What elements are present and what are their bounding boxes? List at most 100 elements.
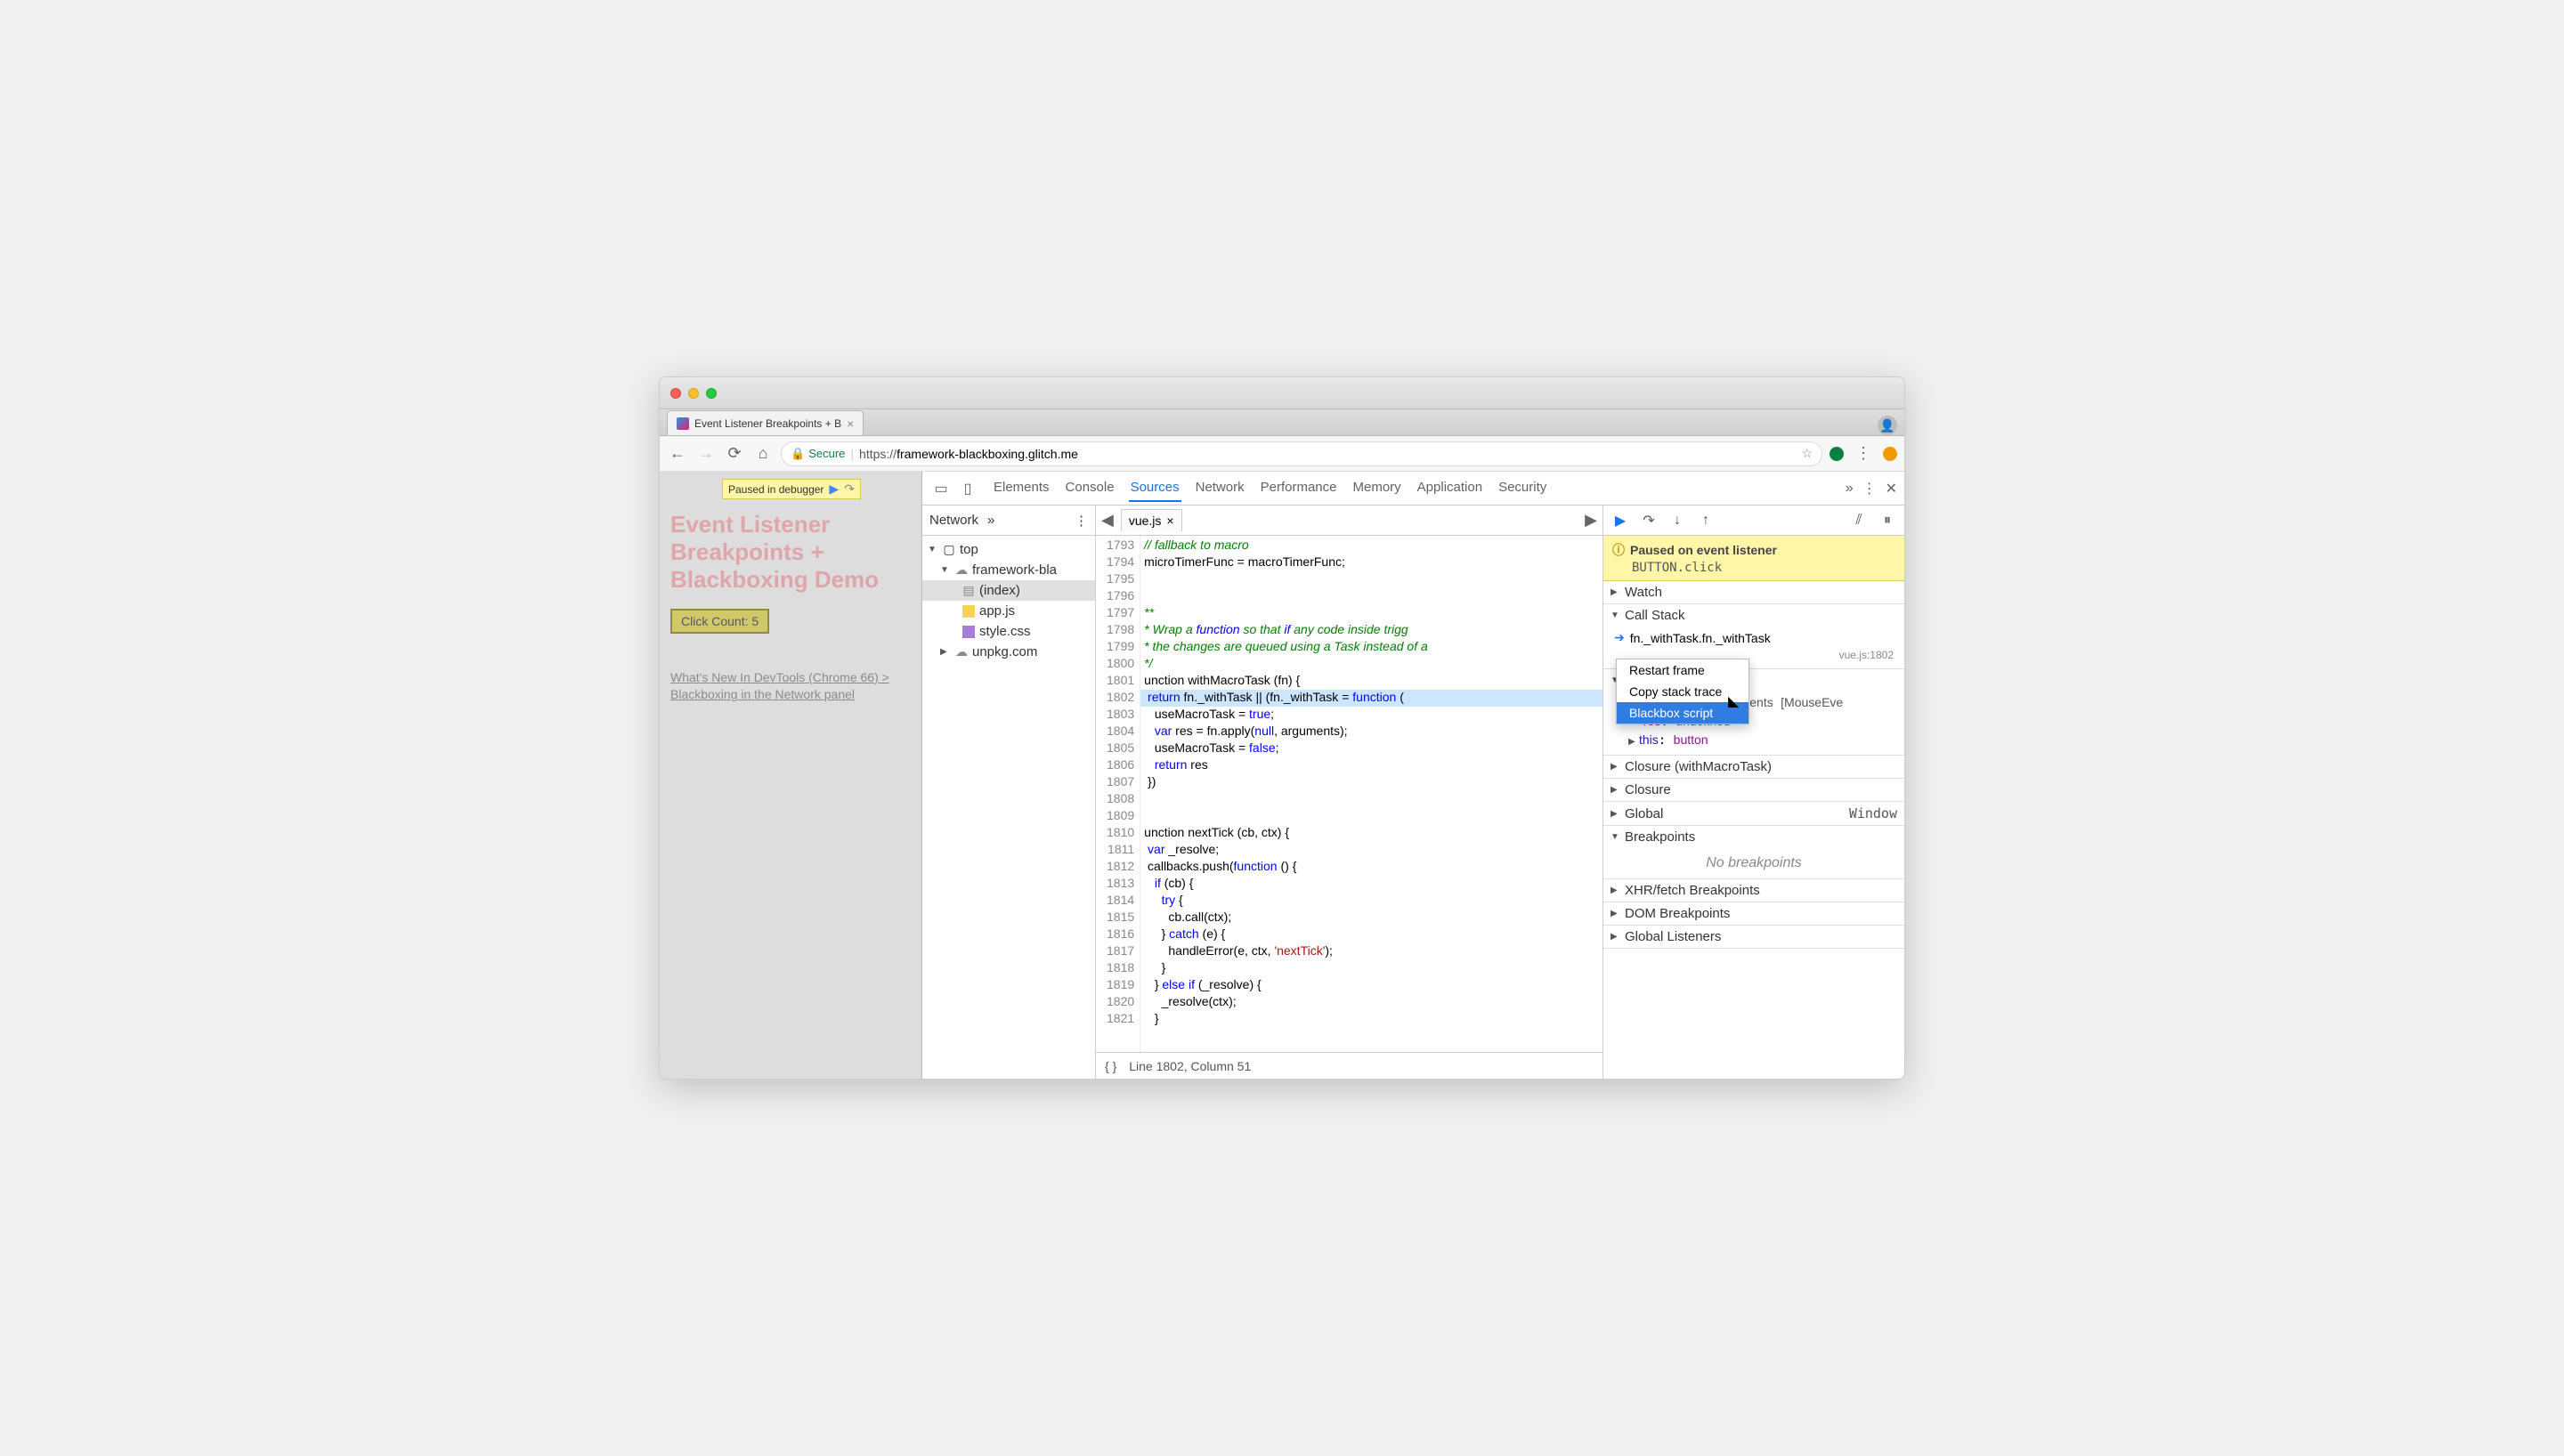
tree-file-stylecss[interactable]: style.css: [922, 621, 1095, 642]
navigator-menu-icon[interactable]: ⋮: [1075, 513, 1088, 529]
file-tree: ▼▢top ▼☁framework-bla ▤(index) app.js st…: [922, 536, 1095, 666]
nav-prev-icon[interactable]: ◀: [1101, 511, 1114, 530]
mouse-cursor-icon: ◣: [1728, 692, 1739, 710]
info-icon: ⓘ: [1612, 541, 1625, 559]
tab-sources[interactable]: Sources: [1129, 474, 1181, 502]
step-into-button[interactable]: ↓: [1667, 511, 1687, 530]
tab-title: Event Listener Breakpoints + B: [694, 417, 841, 430]
closure2-section[interactable]: ▶Closure: [1603, 779, 1904, 801]
editor-tab[interactable]: vue.js ×: [1121, 509, 1182, 531]
docs-link[interactable]: What's New In DevTools (Chrome 66) > Bla…: [670, 669, 911, 704]
page-title: Event Listener Breakpoints + Blackboxing…: [670, 511, 911, 595]
nav-next-icon[interactable]: ▶: [1585, 511, 1597, 530]
extension-icon[interactable]: [1883, 447, 1897, 461]
dom-section[interactable]: ▶DOM Breakpoints: [1603, 902, 1904, 925]
resume-icon[interactable]: ▶: [829, 481, 839, 497]
code-lines: // fallback to macromicroTimerFunc = mac…: [1140, 536, 1602, 1052]
omnibox[interactable]: 🔒 Secure | https://framework-blackboxing…: [781, 441, 1822, 466]
close-window-icon[interactable]: [670, 388, 681, 399]
extensions: ⋮: [1830, 443, 1897, 465]
breakpoints-section[interactable]: ▼Breakpoints: [1603, 826, 1904, 848]
devtools-tabs: Elements Console Sources Network Perform…: [992, 474, 1548, 502]
debugger-panel: ▶ ↷ ↓ ↑ ⫽ ⏸ ⓘPaused on event listener BU…: [1603, 506, 1904, 1079]
ctx-restart-frame[interactable]: Restart frame: [1617, 659, 1749, 681]
navigator-more-icon[interactable]: »: [987, 513, 994, 528]
extension-icon[interactable]: [1830, 447, 1844, 461]
tab-performance[interactable]: Performance: [1259, 474, 1339, 502]
tab-application[interactable]: Application: [1416, 474, 1484, 502]
tree-cdn[interactable]: ▶☁unpkg.com: [922, 642, 1095, 662]
cursor-position: Line 1802, Column 51: [1129, 1059, 1251, 1073]
tab-elements[interactable]: Elements: [992, 474, 1051, 502]
inspect-icon[interactable]: ▭: [929, 477, 953, 500]
navigator-header: Network » ⋮: [922, 506, 1095, 536]
editor-statusbar: { } Line 1802, Column 51: [1096, 1052, 1602, 1079]
editor-pane: ◀ vue.js × ▶ 179317941795179617971798179…: [1096, 506, 1603, 1079]
browser-tab[interactable]: Event Listener Breakpoints + B ×: [667, 410, 864, 435]
devtools: ▭ ▯ Elements Console Sources Network Per…: [922, 472, 1904, 1079]
pretty-print-icon[interactable]: { }: [1105, 1059, 1116, 1073]
paused-label: Paused in debugger: [728, 483, 824, 496]
xhr-section[interactable]: ▶XHR/fetch Breakpoints: [1603, 879, 1904, 902]
line-gutter: 1793179417951796179717981799180018011802…: [1096, 536, 1140, 1052]
tab-memory[interactable]: Memory: [1351, 474, 1403, 502]
tabstrip: Event Listener Breakpoints + B × 👤: [660, 409, 1904, 436]
no-breakpoints-label: No breakpoints: [1603, 848, 1904, 878]
navigator-panel: Network » ⋮ ▼▢top ▼☁framework-bla ▤(inde…: [922, 506, 1096, 1079]
step-icon[interactable]: ↷: [844, 481, 855, 497]
forward-button[interactable]: →: [695, 443, 717, 465]
secure-badge: 🔒 Secure: [791, 447, 845, 461]
tab-close-icon[interactable]: ×: [847, 417, 854, 431]
editor-tabs: ◀ vue.js × ▶: [1096, 506, 1602, 536]
scope-this[interactable]: ▶this: button: [1611, 731, 1897, 749]
current-frame-icon: ➔: [1614, 630, 1625, 645]
star-icon[interactable]: ☆: [1801, 446, 1813, 461]
reload-button[interactable]: ⟳: [724, 443, 745, 465]
closure1-section[interactable]: ▶Closure (withMacroTask): [1603, 756, 1904, 778]
navigator-title: Network: [929, 513, 978, 528]
profile-avatar-icon[interactable]: 👤: [1878, 416, 1897, 435]
tree-domain[interactable]: ▼☁framework-bla: [922, 560, 1095, 580]
global-section[interactable]: ▶GlobalWindow: [1603, 802, 1904, 825]
more-tabs-icon[interactable]: »: [1846, 481, 1854, 497]
debugger-toolbar: ▶ ↷ ↓ ↑ ⫽ ⏸: [1603, 506, 1904, 536]
code-editor[interactable]: 1793179417951796179717981799180018011802…: [1096, 536, 1602, 1052]
tree-file-index[interactable]: ▤(index): [922, 580, 1095, 601]
click-count-button[interactable]: Click Count: 5: [670, 609, 769, 634]
deactivate-breakpoints-button[interactable]: ⫽: [1849, 511, 1869, 530]
url-text: https://framework-blackboxing.glitch.me: [859, 447, 1078, 461]
pause-exceptions-button[interactable]: ⏸: [1878, 511, 1897, 530]
browser-window: Event Listener Breakpoints + B × 👤 ← → ⟳…: [659, 376, 1905, 1080]
paused-banner: ⓘPaused on event listener BUTTON.click: [1603, 536, 1904, 581]
paused-target: BUTTON.click: [1632, 561, 1895, 575]
tab-security[interactable]: Security: [1497, 474, 1548, 502]
tab-console[interactable]: Console: [1064, 474, 1116, 502]
titlebar: [660, 377, 1904, 409]
step-out-button[interactable]: ↑: [1696, 511, 1716, 530]
devtools-menu-icon[interactable]: ⋮: [1862, 480, 1877, 497]
maximize-window-icon[interactable]: [706, 388, 717, 399]
address-bar: ← → ⟳ ⌂ 🔒 Secure | https://framework-bla…: [660, 436, 1904, 472]
watch-section[interactable]: ▶Watch: [1603, 581, 1904, 603]
listeners-section[interactable]: ▶Global Listeners: [1603, 926, 1904, 948]
device-toggle-icon[interactable]: ▯: [956, 477, 979, 500]
minimize-window-icon[interactable]: [688, 388, 699, 399]
callstack-section[interactable]: ▼Call Stack: [1603, 604, 1904, 627]
tree-top[interactable]: ▼▢top: [922, 539, 1095, 560]
home-button[interactable]: ⌂: [752, 443, 774, 465]
tab-network[interactable]: Network: [1194, 474, 1246, 502]
menu-icon[interactable]: ⋮: [1853, 443, 1874, 465]
rendered-page: Paused in debugger ▶ ↷ Event Listener Br…: [660, 472, 922, 1079]
window-controls: [670, 388, 717, 399]
devtools-close-icon[interactable]: ✕: [1886, 480, 1897, 497]
step-over-button[interactable]: ↷: [1639, 511, 1659, 530]
context-menu: Restart frame Copy stack trace Blackbox …: [1616, 659, 1749, 724]
stack-frame[interactable]: ➔ fn._withTask.fn._withTask: [1611, 628, 1897, 647]
content: Paused in debugger ▶ ↷ Event Listener Br…: [660, 472, 1904, 1079]
paused-overlay: Paused in debugger ▶ ↷: [722, 479, 861, 499]
resume-button[interactable]: ▶: [1611, 511, 1630, 530]
tree-file-appjs[interactable]: app.js: [922, 601, 1095, 621]
back-button[interactable]: ←: [667, 443, 688, 465]
editor-tab-close-icon[interactable]: ×: [1166, 514, 1173, 528]
devtools-toolbar: ▭ ▯ Elements Console Sources Network Per…: [922, 472, 1904, 506]
